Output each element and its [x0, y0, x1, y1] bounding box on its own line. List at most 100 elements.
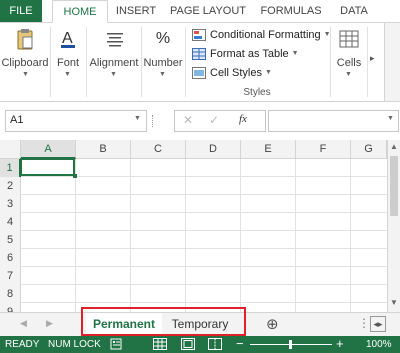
enter-icon[interactable]: ✓ — [209, 113, 219, 127]
next-sheet-icon[interactable]: ▶ — [46, 318, 53, 329]
chevron-down-icon: ▼ — [291, 50, 299, 57]
tab-insert[interactable]: INSERT — [114, 0, 158, 22]
cell-styles-button[interactable]: Cell Styles ▼ — [192, 64, 272, 82]
format-as-table-label: Format as Table — [210, 48, 289, 60]
name-box[interactable]: A1 ▼ — [5, 110, 147, 132]
name-box-value: A1 — [10, 114, 24, 126]
conditional-formatting-label: Conditional Formatting — [210, 29, 321, 41]
cells[interactable] — [21, 159, 387, 312]
ribbon-scrollbar[interactable] — [384, 23, 400, 101]
cancel-icon[interactable]: ✕ — [183, 113, 193, 127]
divider — [152, 115, 155, 127]
align-icon — [102, 27, 128, 51]
tab-file[interactable]: FILE — [0, 0, 42, 22]
fx-icon[interactable]: fx — [239, 113, 247, 125]
number-label: Number — [143, 57, 183, 69]
formula-controls: ✕ ✓ fx — [174, 110, 266, 132]
clipboard-icon — [12, 27, 38, 51]
tab-page-layout[interactable]: PAGE LAYOUT — [170, 0, 246, 22]
zoom-slider-thumb[interactable] — [289, 340, 292, 349]
format-as-table-icon — [192, 48, 206, 60]
font-a-icon: A — [55, 27, 81, 51]
font-label: Font — [56, 57, 79, 69]
vertical-scrollbar[interactable]: ▲ ▼ — [387, 140, 400, 312]
sheet-tab-bar: ◀ ▶ Permanent Temporary ⊕ ⋮ ◂▸ — [0, 307, 400, 337]
cell-styles-icon — [192, 67, 206, 79]
row-header[interactable]: 2 — [0, 177, 21, 196]
styles-group-label: Styles — [243, 87, 271, 98]
alignment-button[interactable]: Alignment ▼ — [88, 23, 140, 83]
divider — [330, 27, 331, 97]
zoom-in-icon[interactable]: + — [336, 336, 344, 351]
worksheet-grid[interactable]: ABCDEFG 123456789 — [0, 140, 387, 322]
tab-data[interactable]: DATA — [334, 0, 374, 22]
tab-home[interactable]: HOME — [52, 0, 108, 23]
divider — [185, 27, 186, 97]
tab-formulas[interactable]: FORMULAS — [258, 0, 324, 22]
row-header[interactable]: 4 — [0, 213, 21, 232]
status-bar: READY NUM LOCK − + 100% — [0, 336, 400, 353]
column-header[interactable]: D — [186, 140, 241, 159]
row-header[interactable]: 1 — [0, 159, 21, 178]
fill-handle[interactable] — [73, 174, 77, 178]
row-header[interactable]: 5 — [0, 231, 21, 250]
macro-record-icon[interactable] — [110, 338, 122, 353]
chevron-down-icon: ▼ — [64, 71, 71, 78]
chevron-down-icon: ▼ — [110, 71, 117, 78]
prev-sheet-icon[interactable]: ◀ — [20, 318, 27, 329]
divider — [86, 27, 87, 97]
page-break-view-icon[interactable] — [208, 338, 222, 353]
ribbon-tab-bar: FILE HOME INSERT PAGE LAYOUT FORMULAS DA… — [0, 0, 400, 23]
row-header[interactable]: 8 — [0, 285, 21, 304]
column-header[interactable]: A — [21, 140, 76, 159]
zoom-level[interactable]: 100% — [366, 339, 392, 350]
ribbon: Clipboard ▼ A Font ▼ Alignment ▼ % Numbe… — [0, 23, 400, 102]
scroll-thumb[interactable] — [390, 156, 398, 216]
active-cell[interactable] — [20, 158, 75, 176]
scroll-up-icon[interactable]: ▲ — [390, 142, 398, 151]
alignment-label: Alignment — [89, 57, 139, 69]
chevron-down-icon: ▼ — [345, 71, 352, 78]
conditional-formatting-button[interactable]: Conditional Formatting ▼ — [192, 26, 331, 44]
column-header[interactable]: E — [241, 140, 296, 159]
highlight-box — [81, 307, 246, 336]
add-sheet-icon[interactable]: ⊕ — [266, 315, 279, 333]
divider — [50, 27, 51, 97]
font-button[interactable]: A Font ▼ — [52, 23, 84, 83]
formula-input[interactable]: ▼ — [268, 110, 399, 132]
page-layout-view-icon[interactable] — [181, 338, 195, 353]
cells-label: Cells — [336, 57, 362, 69]
format-as-table-button[interactable]: Format as Table ▼ — [192, 45, 299, 63]
row-header[interactable]: 6 — [0, 249, 21, 268]
number-button[interactable]: % Number ▼ — [143, 23, 183, 83]
column-header[interactable]: C — [131, 140, 186, 159]
row-header[interactable]: 7 — [0, 267, 21, 286]
select-all-corner[interactable] — [0, 140, 21, 159]
zoom-out-icon[interactable]: − — [236, 336, 244, 351]
divider — [141, 27, 142, 97]
chevron-down-icon: ▼ — [264, 69, 272, 76]
split-view-icon[interactable]: ◂▸ — [370, 316, 386, 332]
formula-bar: A1 ▼ ✕ ✓ fx ▼ — [0, 107, 400, 133]
normal-view-icon[interactable] — [153, 338, 167, 353]
percent-icon: % — [155, 30, 171, 47]
cell-styles-label: Cell Styles — [210, 67, 262, 79]
cells-button[interactable]: Cells ▼ — [333, 23, 365, 83]
chevron-down-icon[interactable]: ▼ — [387, 115, 394, 122]
column-header[interactable]: G — [351, 140, 387, 159]
clipboard-label: Clipboard — [1, 57, 49, 69]
row-header[interactable]: 3 — [0, 195, 21, 214]
clipboard-button[interactable]: Clipboard ▼ — [1, 23, 49, 83]
cells-icon — [336, 27, 362, 51]
column-header[interactable]: B — [76, 140, 131, 159]
sheet-options-icon[interactable]: ⋮ — [358, 316, 370, 330]
scroll-down-icon[interactable]: ▼ — [390, 298, 398, 307]
status-numlock: NUM LOCK — [48, 339, 101, 350]
column-header[interactable]: F — [296, 140, 351, 159]
status-ready: READY — [5, 339, 40, 350]
chevron-down-icon[interactable]: ▼ — [134, 115, 141, 122]
conditional-formatting-icon — [192, 29, 206, 41]
chevron-down-icon: ▼ — [22, 71, 29, 78]
svg-text:A: A — [62, 30, 73, 47]
ribbon-scroll-right-icon[interactable]: ▸ — [370, 53, 375, 64]
